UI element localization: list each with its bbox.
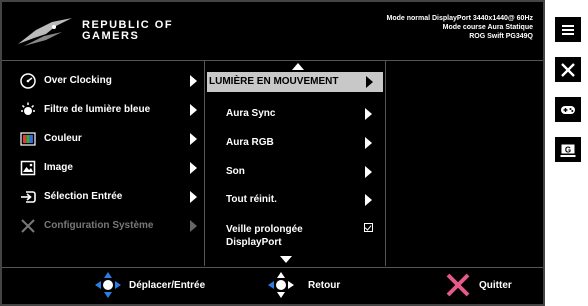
osd-menu: REPUBLIC OF GAMERS Mode normal DisplayPo…: [0, 0, 545, 306]
gameplus-letter: G: [565, 146, 571, 155]
input-icon: [21, 191, 36, 203]
brand-text: REPUBLIC OF GAMERS: [82, 20, 173, 42]
chevron-right-icon: [190, 75, 197, 87]
submenu-item-label: LUMIÈRE EN MOUVEMENT: [209, 76, 339, 87]
chevron-right-icon: [190, 220, 197, 232]
info-line-3: ROG Swift PG349Q: [469, 33, 533, 40]
chevron-right-icon: [365, 137, 372, 149]
submenu-item-displayport-deep-sleep[interactable]: Veille prolongée DisplayPort: [205, 217, 385, 249]
menu-item-over-clocking[interactable]: Over Clocking: [2, 69, 204, 93]
joystick-move-icon: [95, 272, 121, 298]
main-menu: Over Clocking Filtre de lumière bleue Co…: [2, 60, 205, 266]
brand-line-2: GAMERS: [82, 30, 140, 42]
submenu-item-label: Aura Sync: [226, 108, 276, 119]
speedometer-icon: [20, 73, 36, 89]
menu-item-label: Configuration Système: [44, 220, 154, 231]
info-line-1: Mode normal DisplayPort 3440x1440@ 60Hz: [386, 15, 534, 22]
checkbox-checked-icon[interactable]: [364, 223, 373, 232]
menu-item-color[interactable]: Couleur: [2, 127, 204, 151]
menu-item-label: Over Clocking: [44, 75, 112, 86]
menu-item-system-setup[interactable]: Configuration Système: [2, 214, 204, 238]
chevron-right-icon: [190, 162, 197, 174]
status-info: Mode normal DisplayPort 3440x1440@ 60Hz …: [387, 14, 534, 41]
color-palette-icon: [20, 132, 36, 146]
sun-icon: [21, 102, 35, 115]
joystick-back-icon: [268, 272, 294, 298]
menu-item-label: Couleur: [44, 133, 82, 144]
chevron-right-icon: [190, 191, 197, 203]
scroll-up-icon[interactable]: [292, 63, 304, 70]
submenu-item-aura-sync[interactable]: Aura Sync: [205, 102, 385, 126]
chevron-right-icon: [365, 166, 372, 178]
options-panel: [386, 60, 543, 266]
side-close-button[interactable]: [555, 57, 581, 82]
gameplus-icon: G: [560, 144, 576, 157]
submenu-item-aura-rgb[interactable]: Aura RGB: [205, 131, 385, 155]
scroll-down-icon[interactable]: [280, 256, 292, 263]
submenu-item-label: Aura RGB: [226, 137, 274, 148]
submenu-item-label: Tout réinit.: [226, 194, 277, 205]
submenu-item-label: Veille prolongée DisplayPort: [226, 223, 303, 249]
submenu-item-reset-all[interactable]: Tout réinit.: [205, 188, 385, 212]
side-gamevisual-button[interactable]: [555, 97, 581, 122]
submenu-item-label-line-1: Veille prolongée: [226, 224, 303, 235]
submenu-item-label-line-2: DisplayPort: [226, 237, 282, 248]
chevron-right-icon: [190, 133, 197, 145]
close-x-icon: [446, 273, 470, 297]
chevron-right-icon: [365, 194, 372, 206]
gamepad-icon: [561, 106, 575, 114]
menu-item-label: Image: [44, 162, 73, 173]
menu-item-label: Sélection Entrée: [44, 191, 123, 202]
side-gameplus-button[interactable]: G: [555, 137, 581, 162]
side-menu-button[interactable]: [555, 17, 581, 42]
osd-footer: Déplacer/Entrée Retour Quitter: [2, 267, 543, 305]
chevron-right-icon: [366, 76, 373, 88]
submenu-item-motion-light[interactable]: LUMIÈRE EN MOUVEMENT: [207, 72, 383, 92]
back-label: Retour: [308, 280, 341, 291]
chevron-right-icon: [190, 104, 197, 116]
submenu-item-label: Son: [226, 166, 245, 177]
submenu-item-sound[interactable]: Son: [205, 160, 385, 184]
sub-menu: LUMIÈRE EN MOUVEMENT Aura Sync Aura RGB …: [205, 60, 386, 266]
chevron-right-icon: [365, 108, 372, 120]
rog-logo: [18, 18, 72, 46]
menu-item-blue-light-filter[interactable]: Filtre de lumière bleue: [2, 98, 204, 122]
close-icon: [561, 63, 575, 77]
exit-label: Quitter: [479, 280, 512, 291]
menu-icon: [562, 25, 574, 35]
image-icon: [20, 160, 36, 176]
menu-item-image[interactable]: Image: [2, 156, 204, 180]
menu-item-input-select[interactable]: Sélection Entrée: [2, 185, 204, 209]
info-line-2: Mode course Aura Statique: [442, 24, 533, 31]
move-enter-label: Déplacer/Entrée: [129, 280, 206, 291]
wrench-icon: [21, 219, 35, 233]
osd-header: REPUBLIC OF GAMERS Mode normal DisplayPo…: [2, 2, 543, 61]
menu-item-label: Filtre de lumière bleue: [44, 104, 151, 115]
